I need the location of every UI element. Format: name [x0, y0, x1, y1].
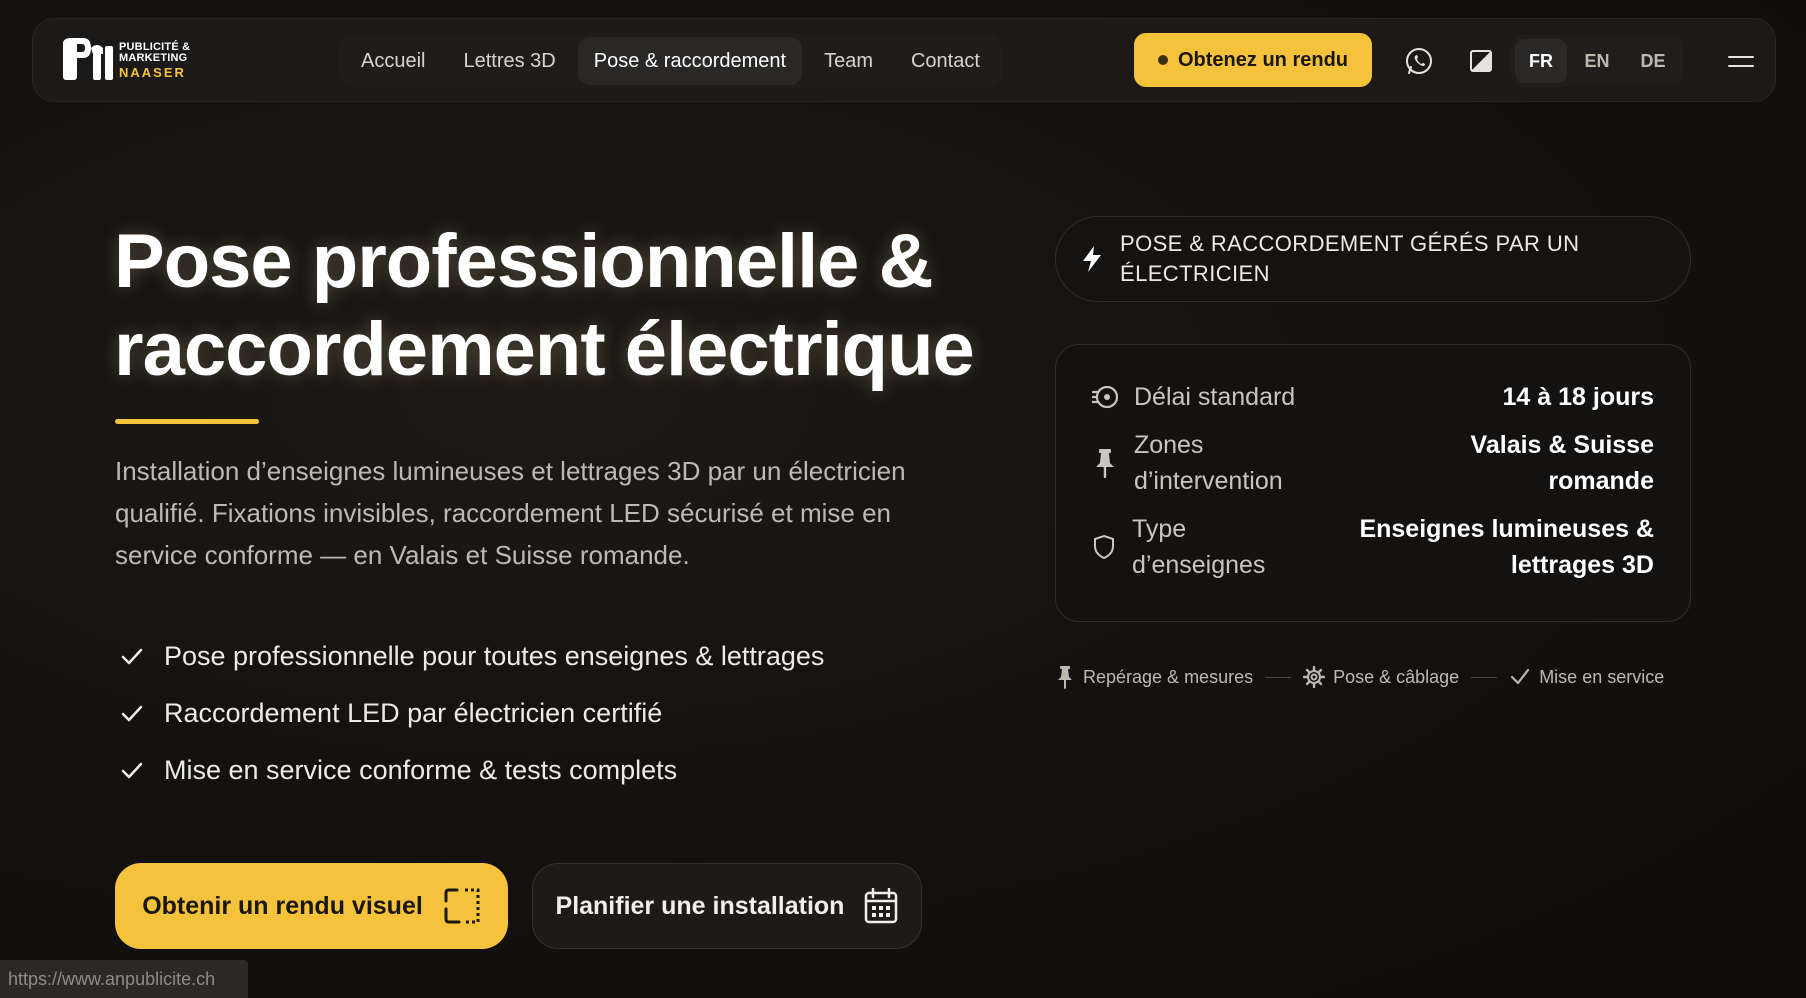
menu-icon [1728, 55, 1754, 58]
get-render-button[interactable]: Obtenez un rendu [1134, 33, 1372, 87]
title-underline [115, 419, 259, 424]
nav-link-pose-raccordement[interactable]: Pose & raccordement [577, 37, 803, 85]
whatsapp-icon [1406, 47, 1432, 75]
check-icon [118, 757, 146, 785]
lang-de[interactable]: DE [1627, 39, 1679, 83]
step-label: Repérage & mesures [1083, 666, 1254, 687]
get-render-label: Obtenez un rendu [1178, 48, 1348, 71]
nav-link-contact[interactable]: Contact [895, 37, 996, 85]
gear-icon [1303, 666, 1326, 688]
logo-line3: NAASER [119, 64, 186, 80]
info-label-zones: Zones d’intervention [1133, 431, 1283, 495]
hero-title: Pose professionnelle & raccordement élec… [114, 218, 994, 394]
feature-item: Raccordement LED par électricien certifi… [118, 685, 938, 742]
get-visual-render-button[interactable]: Obtenir un rendu visuel [115, 863, 508, 949]
logo-mark-icon [61, 34, 113, 86]
check-icon [118, 700, 146, 728]
check-icon [118, 643, 146, 671]
info-row-type: Type d’enseignes Enseignes lumineuses & … [1092, 511, 1654, 583]
crop-frame-icon [444, 888, 480, 924]
info-value-type-line1: Enseignes lumineuses & [1359, 515, 1654, 543]
nav-link-team[interactable]: Team [808, 37, 889, 85]
hero-title-line2: raccordement électrique [114, 307, 975, 392]
info-card: Délai standard 14 à 18 jours Zones d’int… [1055, 344, 1691, 622]
info-row-delay: Délai standard 14 à 18 jours [1092, 379, 1654, 415]
lang-en[interactable]: EN [1571, 39, 1623, 83]
whatsapp-button[interactable] [1399, 41, 1439, 81]
gauge-icon [1092, 385, 1118, 409]
logo[interactable]: PUBLICITÉ & MARKETING NAASER [61, 34, 190, 86]
step-commissioning: Mise en service [1509, 666, 1664, 688]
feature-item: Mise en service conforme & tests complet… [118, 742, 938, 799]
step-label: Mise en service [1539, 666, 1665, 687]
nav-link-accueil[interactable]: Accueil [345, 37, 441, 85]
logo-line2: MARKETING [119, 51, 188, 64]
hero-description: Installation d’enseignes lumineuses et l… [115, 456, 906, 570]
info-value-delay: 14 à 18 jours [1502, 383, 1654, 411]
electrician-badge: POSE & RACCORDEMENT GÉRÉS PAR UN ÉLECTRI… [1055, 216, 1691, 302]
calendar-icon [865, 888, 898, 924]
badge-text: POSE & RACCORDEMENT GÉRÉS PAR UN ÉLECTRI… [1120, 231, 1580, 286]
step-survey: Repérage & mesures [1055, 665, 1253, 689]
menu-button[interactable] [1721, 41, 1761, 81]
theme-toggle-button[interactable] [1461, 41, 1501, 81]
get-visual-render-label: Obtenir un rendu visuel [142, 891, 423, 920]
logo-line1: PUBLICITÉ & [119, 40, 191, 53]
language-switcher: FR EN DE [1511, 35, 1683, 87]
shield-icon [1094, 534, 1114, 560]
step-label: Pose & câblage [1333, 666, 1460, 687]
nav-link-lettres-3d[interactable]: Lettres 3D [447, 37, 571, 85]
nav-links: Accueil Lettres 3D Pose & raccordement T… [339, 34, 1002, 88]
step-separator [1471, 676, 1498, 678]
step-install: Pose & câblage [1303, 666, 1459, 688]
feature-item: Pose professionnelle pour toutes enseign… [118, 628, 938, 685]
info-label-delay: Délai standard [1134, 383, 1296, 411]
pin-icon [1058, 666, 1072, 689]
feature-list: Pose professionnelle pour toutes enseign… [118, 628, 938, 799]
info-label-type-line2: d’enseignes [1132, 551, 1266, 579]
top-navbar: PUBLICITÉ & MARKETING NAASER Accueil Let… [32, 18, 1776, 102]
info-row-zones: Zones d’intervention Valais & Suisse rom… [1092, 431, 1654, 495]
check-icon [1511, 668, 1530, 685]
pin-icon [1095, 449, 1114, 478]
info-label-type-line1: Type [1132, 515, 1187, 543]
lang-fr[interactable]: FR [1515, 39, 1567, 83]
feature-text: Pose professionnelle pour toutes enseign… [164, 641, 825, 671]
status-bar-url: https://www.anpublicite.ch [0, 960, 248, 998]
theme-toggle-icon [1470, 50, 1492, 72]
hero-title-line1: Pose professionnelle & [114, 219, 933, 304]
process-steps: Repérage & mesures Pose & câblage Mise e… [1055, 662, 1695, 692]
info-value-zones: Valais & Suisse romande [1470, 431, 1654, 495]
lightning-icon [1083, 246, 1101, 272]
step-separator [1265, 676, 1292, 678]
schedule-installation-label: Planifier une installation [555, 891, 845, 920]
feature-text: Raccordement LED par électricien certifi… [164, 698, 663, 728]
schedule-installation-button[interactable]: Planifier une installation [532, 863, 922, 949]
feature-text: Mise en service conforme & tests complet… [164, 755, 678, 785]
dot-icon [1158, 55, 1168, 65]
info-value-type-line2: lettrages 3D [1510, 551, 1654, 579]
